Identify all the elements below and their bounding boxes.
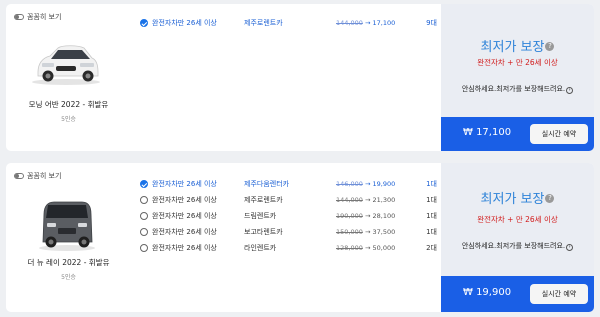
arrow-right-icon: → [364,212,371,220]
discount-price: 17,100 [372,19,396,27]
assurance-text: 안심하세요.최저가를 보장해드려요. [461,242,566,250]
radio-icon[interactable] [140,212,148,220]
car-info: 꼼꼼히 보기 모닝 어반 2022 - 휘발유 5인승 [6,4,131,151]
car-count: 1대 [426,212,437,220]
company-row[interactable]: 완전자차만 26세 이상 제주다움렌터카 146,000 → 19,900 1대 [131,178,441,190]
booking-bar: ₩ 19,900 실시간 예약 [441,276,594,312]
company-row[interactable]: 완전자차만 26세 이상 드림렌트카 190,000 → 28,100 1대 [131,210,441,222]
car-seats: 5인승 [61,116,76,123]
original-price: 190,000 [336,212,363,220]
best-price-panel: 최저가 보장? 완전자차 + 만 26세 이상 안심하세요.최저가를 보장해드려… [441,163,594,312]
total-price: ₩ 19,900 [463,287,512,298]
toggle-icon[interactable] [14,173,24,179]
best-price-title: 최저가 보장? [441,188,594,207]
discount-price: 19,900 [372,180,396,188]
insurance-condition: 완전자차만 26세 이상 [152,196,217,204]
company-name: 보고타렌트카 [244,228,283,236]
arrow-right-icon: → [364,228,371,236]
discount-price: 21,300 [372,196,396,204]
toggle-icon[interactable] [14,14,24,20]
chevron-right-icon[interactable]: › [566,87,574,94]
original-price: 150,000 [336,228,363,236]
arrow-right-icon: → [364,196,371,204]
car-count: 9대 [426,19,437,27]
best-price-title-text: 최저가 보장 [480,40,545,55]
insurance-condition: 완전자차만 26세 이상 [152,244,217,252]
insurance-condition: 완전자차만 26세 이상 [152,19,217,27]
radio-icon[interactable] [140,244,148,252]
book-button[interactable]: 실시간 예약 [530,284,588,304]
company-name: 제주다움렌터카 [244,180,290,188]
company-name: 라인렌트카 [244,244,277,252]
best-price-condition: 완전자차 + 만 26세 이상 [477,58,558,67]
radio-icon[interactable] [140,196,148,204]
company-row[interactable]: 완전자차만 26세 이상 제주로렌트카 144,000 → 21,300 1대 [131,194,441,206]
discount-price: 50,000 [372,244,396,252]
car-card: 꼼꼼히 보기 더 뉴 레이 2022 - 휘발유 5인승 완전자차만 26세 이… [6,163,594,312]
car-name: 모닝 어반 2022 - 휘발유 [28,100,109,109]
arrow-right-icon: → [364,180,371,188]
price: 144,000 → 17,100 [336,19,395,27]
car-count: 1대 [426,196,437,204]
insurance-condition: 완전자차만 26세 이상 [152,180,217,188]
price: 150,000 → 37,500 [336,228,395,236]
car-seats: 5인승 [61,274,76,281]
best-price-condition: 완전자차 + 만 26세 이상 [477,215,558,224]
assurance-text: 안심하세요.최저가를 보장해드려요. [461,85,566,93]
discount-price: 37,500 [372,228,396,236]
arrow-right-icon: → [364,244,371,252]
best-price-assurance: 안심하세요.최저가를 보장해드려요. › [441,84,594,94]
price: 144,000 → 21,300 [336,196,395,204]
company-name: 드림렌트카 [244,212,277,220]
best-price-title: 최저가 보장? [441,36,594,55]
booking-bar: ₩ 17,100 실시간 예약 [441,117,594,151]
company-row[interactable]: 완전자차만 26세 이상 라인렌트카 128,000 → 50,000 2대 [131,242,441,254]
car-card: 꼼꼼히 보기 모닝 어반 2022 - 휘발유 5인승 완전자차만 26세 이상… [6,4,594,151]
original-price: 146,000 [336,180,363,188]
company-name: 제주로렌트카 [244,196,283,204]
car-count: 2대 [426,244,437,252]
company-name: 제주로렌트카 [244,19,283,27]
peek-label: 꼼꼼히 보기 [27,13,62,21]
check-icon[interactable] [140,180,148,188]
total-price: ₩ 17,100 [463,127,512,138]
insurance-condition: 완전자차만 26세 이상 [152,228,217,236]
original-price: 144,000 [336,19,363,27]
check-icon[interactable] [140,19,148,27]
company-row[interactable]: 완전자차만 26세 이상 제주로렌트카 144,000 → 17,100 9대 [131,17,441,29]
peek-label: 꼼꼼히 보기 [27,172,62,180]
car-info: 꼼꼼히 보기 더 뉴 레이 2022 - 휘발유 5인승 [6,163,131,312]
arrow-right-icon: → [364,19,371,27]
question-icon[interactable]: ? [545,42,555,51]
discount-price: 28,100 [372,212,396,220]
radio-icon[interactable] [140,228,148,236]
original-price: 144,000 [336,196,363,204]
car-name: 더 뉴 레이 2022 - 휘발유 [27,258,110,267]
price: 146,000 → 19,900 [336,180,395,188]
price: 128,000 → 50,000 [336,244,395,252]
car-image [39,201,95,251]
peek-toggle[interactable]: 꼼꼼히 보기 [14,12,61,22]
car-count: 1대 [426,180,437,188]
best-price-panel: 최저가 보장? 완전자차 + 만 26세 이상 안심하세요.최저가를 보장해드려… [441,4,594,151]
best-price-assurance: 안심하세요.최저가를 보장해드려요. › [441,241,594,251]
insurance-condition: 완전자차만 26세 이상 [152,212,217,220]
question-icon[interactable]: ? [545,194,555,203]
book-button[interactable]: 실시간 예약 [530,124,588,144]
best-price-title-text: 최저가 보장 [480,192,545,207]
peek-toggle[interactable]: 꼼꼼히 보기 [14,171,61,181]
car-image [32,45,100,85]
original-price: 128,000 [336,244,363,252]
price: 190,000 → 28,100 [336,212,395,220]
car-count: 1대 [426,228,437,236]
company-row[interactable]: 완전자차만 26세 이상 보고타렌트카 150,000 → 37,500 1대 [131,226,441,238]
chevron-right-icon[interactable]: › [566,244,574,251]
